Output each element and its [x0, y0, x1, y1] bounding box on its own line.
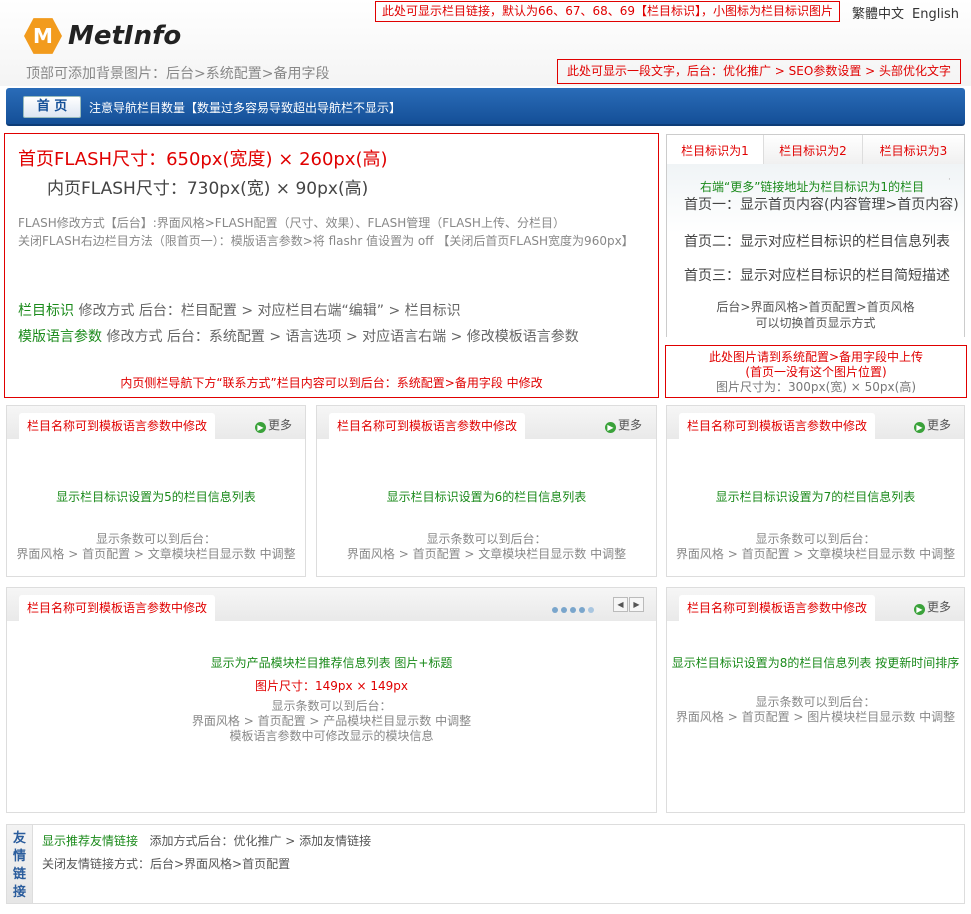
column-box-5: 栏目名称可到模板语言参数中修改 ▶ 更多 显示栏目标识设置为5的栏目信息列表 显示…: [6, 405, 306, 577]
seo-note: 此处可显示一段文字，后台：优化推广 > SEO参数设置 > 头部优化文字: [557, 59, 961, 84]
more-label: 更多: [927, 418, 952, 432]
column-title[interactable]: 栏目名称可到模板语言参数中修改: [679, 595, 876, 621]
column-list-note: 显示栏目标识设置为5的栏目信息列表: [56, 490, 256, 504]
column-box-8: 栏目名称可到模板语言参数中修改 ▶ 更多 显示栏目标识设置为8的栏目信息列表 按更…: [666, 587, 965, 813]
product-box: 栏目名称可到模板语言参数中修改 ◀ ▶ 显示为产品模块栏目推荐信息列表 图片+标…: [6, 587, 657, 813]
column-title[interactable]: 栏目名称可到模板语言参数中修改: [329, 413, 526, 439]
column-list-note: 显示栏目标识设置为6的栏目信息列表: [386, 490, 587, 504]
flash-placeholder: 首页FLASH尺寸：650px(宽度) × 260px(高) 内页FLASH尺寸…: [4, 133, 659, 398]
column-id-note: 栏目标识 修改方式 后台：栏目配置 > 对应栏目右端“编辑” > 栏目标识: [18, 300, 461, 320]
lang-note: 模板语言参数中可修改显示的模块信息: [229, 729, 434, 743]
arrow-right-icon: ▶: [914, 422, 925, 433]
main-nav: 首 页 注意导航栏目数量【数量过多容易导致超出导航栏不显示】: [6, 88, 965, 126]
tab-column-2[interactable]: 栏目标识为2: [764, 135, 863, 164]
column-box-7: 栏目名称可到模板语言参数中修改 ▶ 更多 显示栏目标识设置为7的栏目信息列表 显示…: [666, 405, 965, 577]
nav-note: 注意导航栏目数量【数量过多容易导致超出导航栏不显示】: [89, 101, 402, 115]
column-title[interactable]: 栏目名称可到模板语言参数中修改: [19, 595, 216, 621]
count-note: 显示条数可以到后台：: [426, 532, 547, 546]
carousel-dot[interactable]: [579, 607, 585, 613]
friend-links-title: 显示推荐友情链接: [42, 834, 139, 848]
flash-home-size: 首页FLASH尺寸：650px(宽度) × 260px(高): [18, 149, 388, 170]
image-note-line1: 此处图片请到系统配置>备用字段中上传: [708, 350, 924, 364]
more-label: 更多: [927, 600, 952, 614]
count-path: 界面风格 > 首页配置 > 图片模块栏目显示数 中调整: [675, 710, 956, 724]
tab-line-home2: 首页二：显示对应栏目标识的栏目信息列表: [684, 234, 950, 250]
column-id-text: 修改方式 后台：栏目配置 > 对应栏目右端“编辑” > 栏目标识: [74, 303, 461, 319]
arrow-right-icon: ▶: [255, 422, 266, 433]
more-label: 更多: [268, 418, 293, 432]
count-path: 界面风格 > 首页配置 > 文章模块栏目显示数 中调整: [675, 547, 956, 561]
column-list-note: 显示栏目标识设置为7的栏目信息列表: [715, 490, 916, 504]
column-header: 栏目名称可到模板语言参数中修改 ▶ 更多: [667, 406, 964, 439]
tab-panel: 栏目标识为1 栏目标识为2 栏目标识为3 右端“更多”链接地址为栏目标识为1的栏…: [666, 134, 965, 337]
template-lang-text: 修改方式 后台：系统配置 > 语言选项 > 对应语言右端 > 修改模板语言参数: [102, 329, 579, 345]
carousel-dot[interactable]: [570, 607, 576, 613]
carousel-dot[interactable]: [552, 607, 558, 613]
tab-dot: ·: [948, 175, 951, 185]
arrow-right-icon: ▶: [914, 604, 925, 615]
image-note-size: 图片尺寸为：300px(宽) × 50px(高): [715, 380, 917, 394]
more-link[interactable]: ▶ 更多: [914, 416, 951, 433]
tab-content: 右端“更多”链接地址为栏目标识为1的栏目 · 首页一：显示首页内容(内容管理>首…: [667, 164, 964, 337]
next-arrow-icon[interactable]: ▶: [629, 597, 644, 612]
tab-line-home1: 首页一：显示首页内容(内容管理>首页内容): [684, 197, 959, 213]
column-title[interactable]: 栏目名称可到模板语言参数中修改: [679, 413, 876, 439]
column-header: 栏目名称可到模板语言参数中修改 ▶ 更多: [7, 406, 305, 439]
top-links-note: 此处可显示栏目链接，默认为66、67、68、69【栏目标识】，小图标为栏目标识图…: [375, 1, 840, 22]
tab-more-note: 右端“更多”链接地址为栏目标识为1的栏目: [700, 180, 925, 194]
friend-links-label: 友情链接: [7, 825, 33, 903]
column-header: 栏目名称可到模板语言参数中修改 ▶ 更多: [317, 406, 656, 439]
nav-home-button[interactable]: 首 页: [23, 96, 81, 118]
count-path: 界面风格 > 首页配置 > 文章模块栏目显示数 中调整: [346, 547, 627, 561]
column-id-label: 栏目标识: [18, 303, 74, 319]
tab-line-home3: 首页三：显示对应栏目标识的栏目简短描述: [684, 268, 950, 284]
product-list-note: 显示为产品模块栏目推荐信息列表 图片+标题: [210, 656, 453, 670]
friend-links-close: 关闭友情链接方式：后台>界面风格>首页配置: [42, 857, 291, 871]
image-note-line2: (首页一没有这个图片位置): [745, 365, 887, 379]
lang-traditional-link[interactable]: 繁體中文: [852, 7, 904, 22]
column-header: 栏目名称可到模板语言参数中修改 ▶ 更多: [667, 588, 964, 621]
friend-links-add: 添加方式后台：优化推广 > 添加友情链接: [138, 834, 372, 848]
count-note: 显示条数可以到后台：: [95, 532, 216, 546]
flash-modify-note: FLASH修改方式【后台】:界面风格>FLASH配置（尺寸、效果）、FLASH管…: [18, 216, 565, 230]
count-path: 界面风格 > 首页配置 > 文章模块栏目显示数 中调整: [16, 547, 296, 561]
flash-inner-size: 内页FLASH尺寸：730px(宽) × 90px(高): [47, 179, 369, 199]
template-lang-note: 模版语言参数 修改方式 后台：系统配置 > 语言选项 > 对应语言右端 > 修改…: [18, 326, 579, 346]
tab-foot-note: 可以切换首页显示方式: [755, 316, 876, 330]
more-link[interactable]: ▶ 更多: [914, 598, 951, 615]
count-note: 显示条数可以到后台：: [755, 695, 876, 709]
logo-icon: M: [24, 18, 62, 54]
header-bg-tip: 顶部可添加背景图片：后台>系统配置>备用字段: [26, 66, 330, 82]
lang-english-link[interactable]: English: [912, 7, 959, 22]
tab-column-3[interactable]: 栏目标识为3: [863, 135, 964, 164]
contact-note: 内页侧栏导航下方“联系方式”栏目内容可以到后台：系统配置>备用字段 中修改: [120, 376, 543, 390]
column-header: 栏目名称可到模板语言参数中修改 ◀ ▶: [7, 588, 656, 621]
image-note: 此处图片请到系统配置>备用字段中上传 (首页一没有这个图片位置) 图片尺寸为：3…: [665, 345, 967, 398]
language-switcher: 繁體中文 English: [852, 3, 967, 22]
more-label: 更多: [618, 418, 643, 432]
tab-foot-path: 后台>界面风格>首页配置>首页风格: [716, 300, 915, 314]
carousel-dots: [552, 602, 597, 616]
flash-close-note: 关闭FLASH右边栏目方法（限首页一）：模版语言参数>将 flashr 值设置为…: [18, 234, 634, 248]
friend-links-note: 显示推荐友情链接 添加方式后台：优化推广 > 添加友情链接: [42, 832, 371, 849]
column-list-note: 显示栏目标识设置为8的栏目信息列表 按更新时间排序: [671, 656, 960, 670]
arrow-right-icon: ▶: [605, 422, 616, 433]
more-link[interactable]: ▶ 更多: [605, 416, 642, 433]
more-link[interactable]: ▶ 更多: [255, 416, 292, 433]
count-note: 显示条数可以到后台：: [755, 532, 876, 546]
tab-column-1[interactable]: 栏目标识为1: [667, 135, 764, 164]
column-title[interactable]: 栏目名称可到模板语言参数中修改: [19, 413, 216, 439]
carousel-dot[interactable]: [561, 607, 567, 613]
logo[interactable]: M MetInfo: [24, 16, 181, 56]
column-box-6: 栏目名称可到模板语言参数中修改 ▶ 更多 显示栏目标识设置为6的栏目信息列表 显示…: [316, 405, 657, 577]
friend-links: 友情链接 显示推荐友情链接 添加方式后台：优化推广 > 添加友情链接 关闭友情链…: [6, 824, 965, 904]
logo-text: MetInfo: [68, 21, 182, 51]
product-image-size: 图片尺寸：149px × 149px: [255, 679, 408, 693]
carousel-dot[interactable]: [588, 607, 594, 613]
prev-arrow-icon[interactable]: ◀: [613, 597, 628, 612]
count-note: 显示条数可以到后台：: [271, 699, 392, 713]
count-path: 界面风格 > 首页配置 > 产品模块栏目显示数 中调整: [191, 714, 472, 728]
template-lang-label: 模版语言参数: [18, 329, 102, 345]
